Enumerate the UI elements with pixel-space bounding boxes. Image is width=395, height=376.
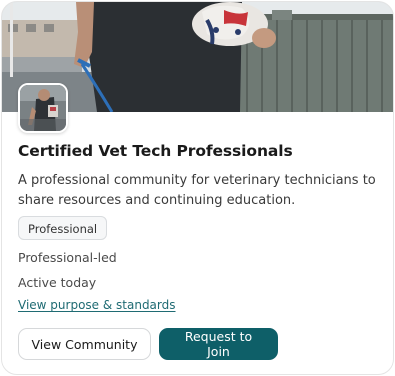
community-avatar bbox=[18, 83, 68, 133]
category-tag: Professional bbox=[18, 216, 108, 240]
request-to-join-button[interactable]: Request to Join bbox=[159, 328, 278, 360]
community-description: A professional community for veterinary … bbox=[18, 173, 376, 208]
leadership-status: Professional-led bbox=[18, 250, 117, 265]
activity-status: Active today bbox=[18, 275, 97, 290]
community-title: Certified Vet Tech Professionals bbox=[18, 142, 293, 160]
view-community-button[interactable]: View Community bbox=[18, 328, 151, 360]
community-card: Certified Vet Tech Professionals A profe… bbox=[1, 1, 394, 375]
purpose-standards-link[interactable]: View purpose & standards bbox=[18, 298, 176, 312]
